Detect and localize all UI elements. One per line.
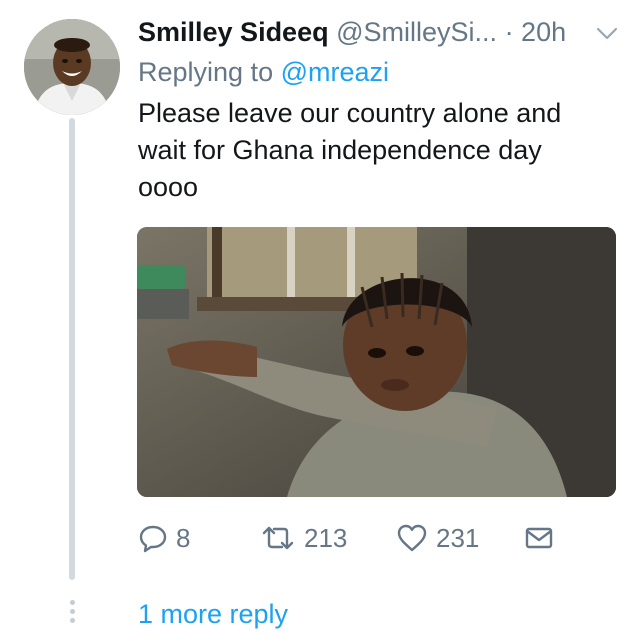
tweet-text: Please leave our country alone and wait … (138, 95, 618, 206)
retweet-count: 213 (304, 522, 348, 553)
avatar[interactable] (24, 19, 120, 115)
tweet-media-image[interactable] (137, 227, 616, 497)
tweet-actions: 8 213 231 (138, 518, 618, 558)
reply-button[interactable]: 8 (138, 518, 190, 558)
tweet-text-line: oooo (138, 172, 199, 202)
like-button[interactable]: 231 (396, 518, 479, 558)
replying-to: Replying to @mreazi (138, 54, 389, 90)
display-name[interactable]: Smilley Sideeq (138, 17, 329, 47)
tweet-text-line: Please leave our country alone and (138, 98, 562, 128)
timestamp[interactable]: · 20h (505, 17, 567, 47)
replying-to-link[interactable]: @mreazi (281, 57, 389, 87)
heart-icon (397, 524, 427, 552)
avatar-photo (24, 19, 120, 115)
direct-message-button[interactable] (524, 518, 554, 558)
retweet-icon (262, 526, 294, 550)
tweet-header: Smilley Sideeq @SmilleySi... · 20h (138, 14, 628, 50)
retweet-button[interactable]: 213 (260, 518, 347, 558)
user-handle[interactable]: @SmilleySi... (336, 17, 497, 47)
thread-dots (68, 600, 76, 626)
reply-icon (139, 525, 167, 553)
reply-count: 8 (176, 522, 191, 553)
replying-prefix: Replying to (138, 57, 274, 87)
envelope-icon (525, 527, 553, 549)
more-replies-link[interactable]: 1 more reply (138, 596, 288, 632)
thread-line (69, 118, 75, 580)
like-count: 231 (436, 522, 480, 553)
chevron-down-icon[interactable] (596, 27, 618, 41)
media-photo (137, 227, 616, 497)
tweet-text-line: wait for Ghana independence day (138, 135, 542, 165)
